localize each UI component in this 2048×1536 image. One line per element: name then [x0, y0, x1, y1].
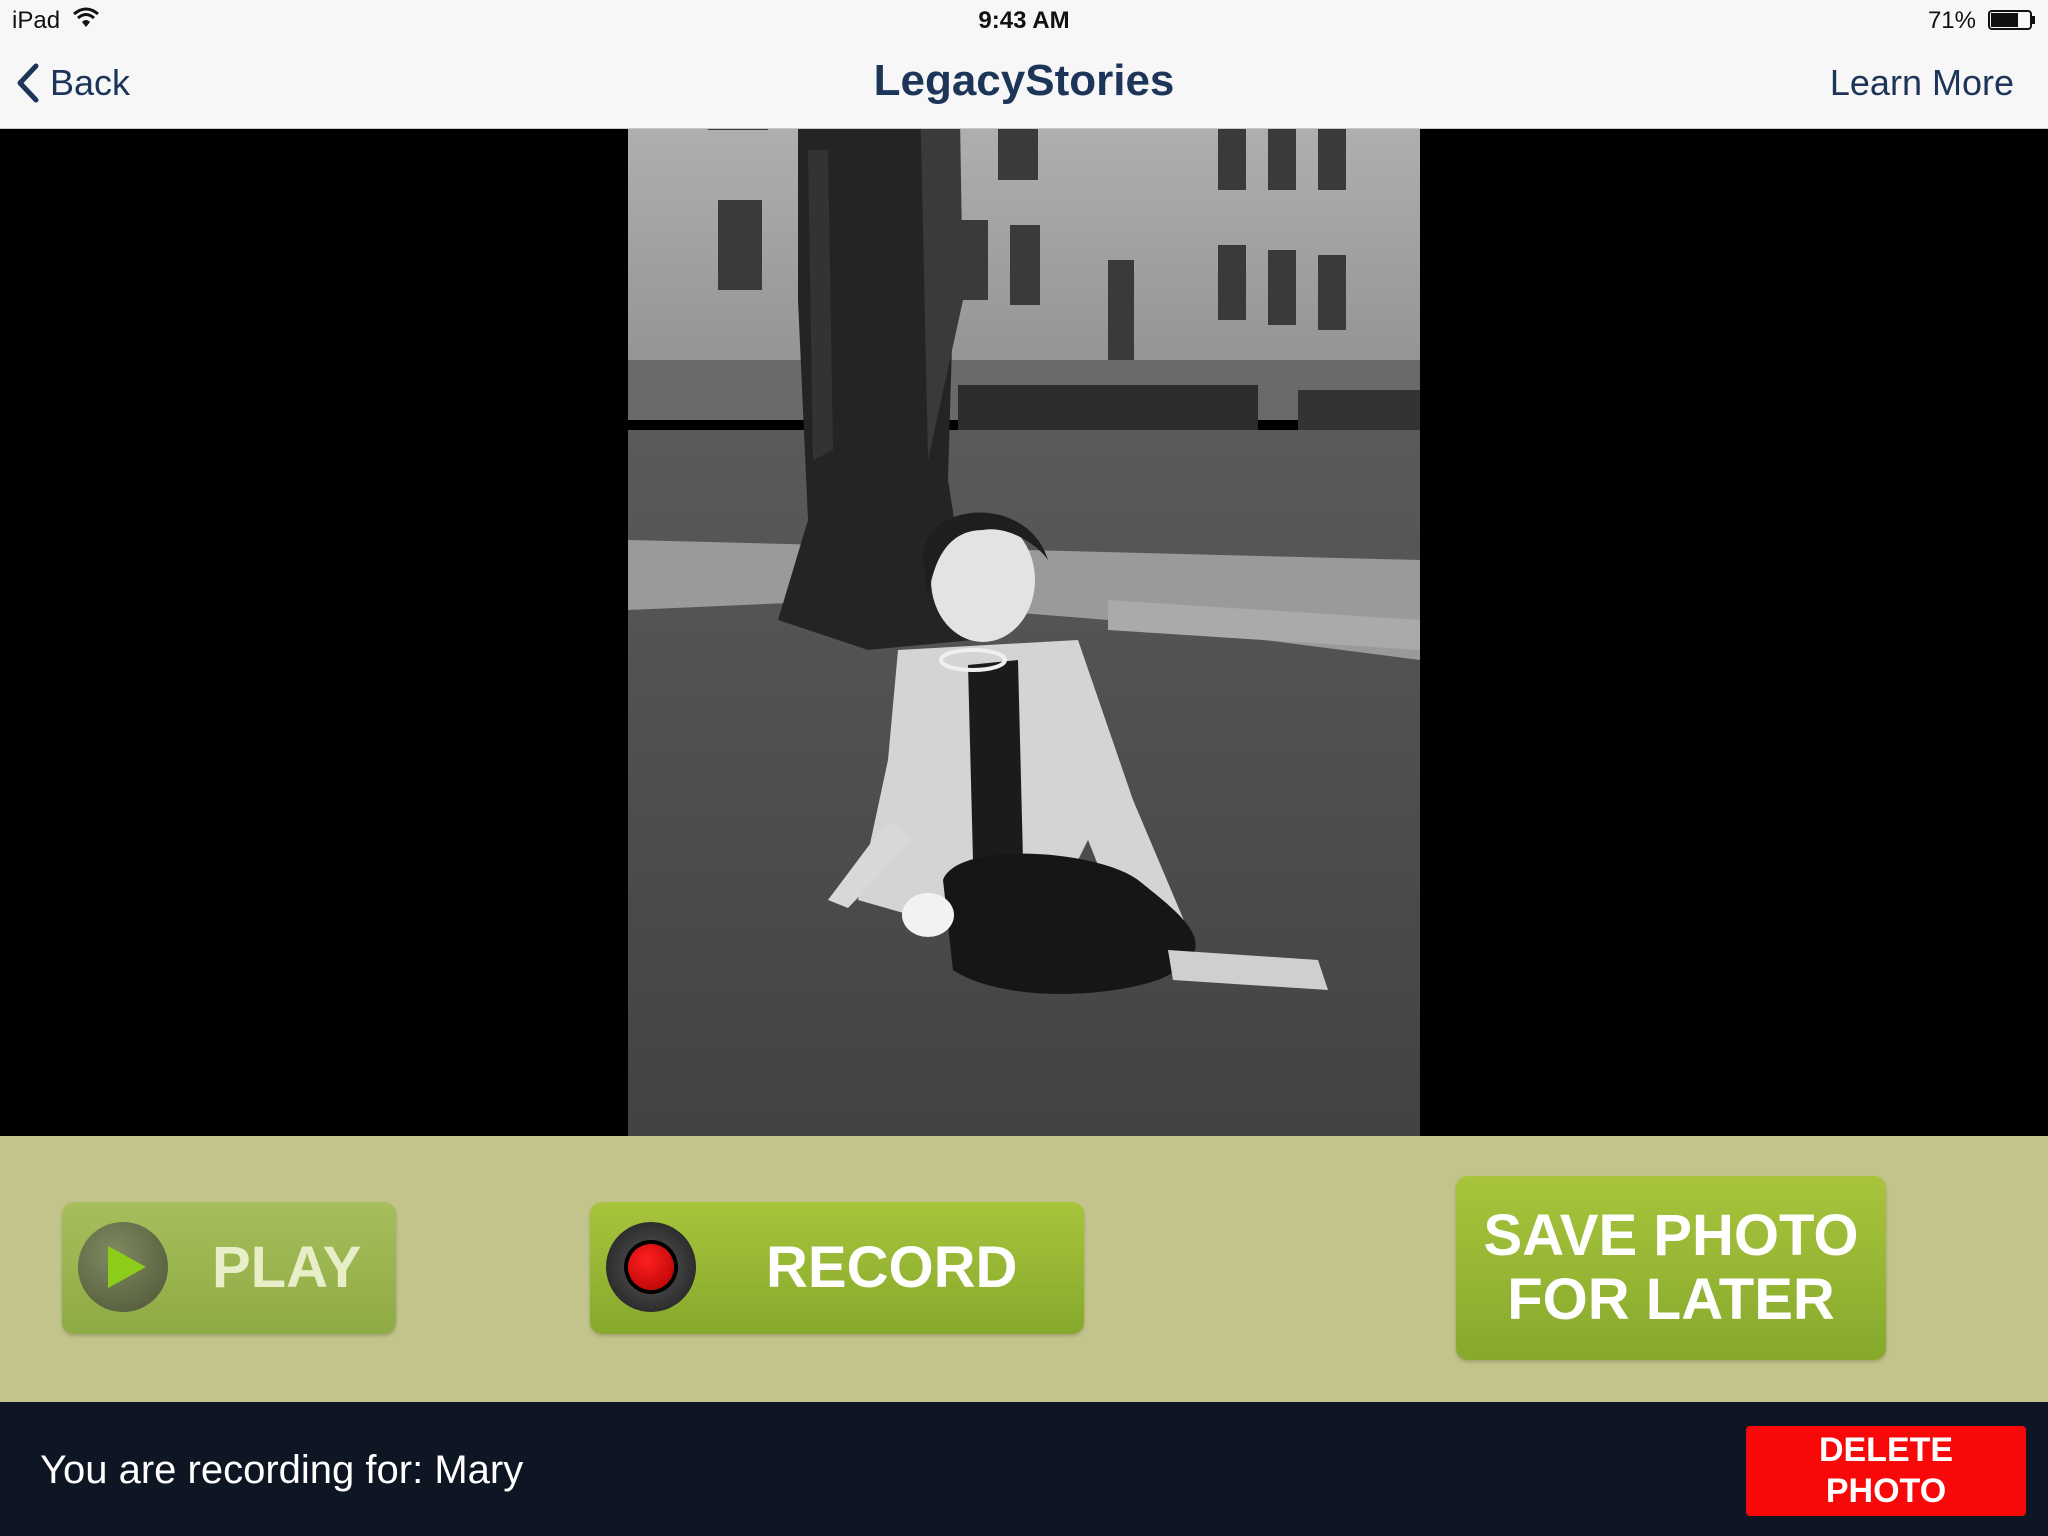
- delete-label-line1: DELETE: [1818, 1431, 1954, 1469]
- play-label: PLAY: [212, 1235, 362, 1300]
- recording-controls: PLAY RECORD SAVE PHOTO FOR LATER: [0, 1136, 2048, 1402]
- status-time: 9:43 AM: [978, 7, 1070, 34]
- app-screen: iPad 9:43 AM 71% Back LegacyStories Lear…: [0, 0, 2048, 1536]
- play-icon: [108, 1246, 146, 1288]
- footer-bar: You are recording for: Mary DELETE PHOTO: [0, 1402, 2048, 1536]
- back-label: Back: [50, 62, 131, 103]
- recording-for-text: You are recording for: Mary: [40, 1448, 524, 1492]
- play-button[interactable]: PLAY: [62, 1202, 396, 1334]
- delete-label-line2: PHOTO: [1825, 1472, 1947, 1510]
- photo-viewer: [0, 0, 2048, 1264]
- story-photo[interactable]: [628, 0, 1420, 1264]
- status-bar: iPad 9:43 AM 71%: [0, 0, 2048, 40]
- play-icon-circle: [78, 1222, 168, 1312]
- save-label-line1: SAVE PHOTO: [1483, 1203, 1859, 1268]
- save-label-line2: FOR LATER: [1507, 1267, 1835, 1332]
- photo-image: [628, 0, 1420, 1264]
- record-icon: [606, 1222, 696, 1312]
- record-dot: [628, 1244, 674, 1290]
- battery-icon: [1988, 10, 2035, 30]
- chevron-left-icon: [17, 63, 39, 103]
- app-title: LegacyStories: [873, 56, 1175, 105]
- save-photo-label: SAVE PHOTO FOR LATER: [1456, 1204, 1886, 1332]
- record-button[interactable]: RECORD: [590, 1202, 1084, 1334]
- learn-more-button[interactable]: Learn More: [1830, 62, 2014, 104]
- top-bar: iPad 9:43 AM 71% Back LegacyStories Lear…: [0, 0, 2048, 129]
- record-label: RECORD: [766, 1235, 1018, 1300]
- delete-photo-label: DELETE PHOTO: [1746, 1430, 2026, 1512]
- save-photo-for-later-button[interactable]: SAVE PHOTO FOR LATER: [1456, 1176, 1886, 1360]
- delete-photo-button[interactable]: DELETE PHOTO: [1746, 1426, 2026, 1516]
- navigation-bar: Back LegacyStories Learn More: [0, 40, 2048, 128]
- back-button[interactable]: Back: [14, 60, 130, 106]
- battery-percentage: 71%: [1927, 7, 1976, 34]
